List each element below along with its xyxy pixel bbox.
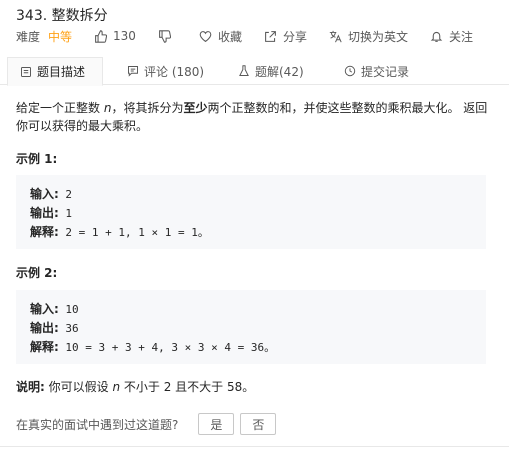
share-button[interactable]: 分享	[264, 28, 307, 45]
example-1-input-row: 输入: 2	[30, 185, 472, 204]
explain-label: 解释:	[30, 225, 59, 239]
divider	[0, 446, 509, 447]
example-2-output-row: 输出: 36	[30, 319, 472, 338]
example-1-input: 2	[58, 188, 73, 201]
heart-icon	[199, 30, 212, 42]
example-2-input: 10	[58, 303, 79, 316]
input-label: 输入:	[30, 302, 59, 316]
output-label: 输出:	[30, 206, 59, 220]
example-2-explain-row: 解释: 10 = 3 + 3 + 4, 3 × 3 × 4 = 36。	[30, 338, 472, 357]
example-1-title: 示例 1:	[16, 152, 58, 166]
tab-comments-label: 评论 (180)	[144, 64, 205, 79]
problem-note: 说明: 你可以假设 n 不小于 2 且不大于 58。	[16, 378, 254, 395]
share-icon	[265, 30, 276, 42]
explain-label: 解释:	[30, 340, 59, 354]
document-icon	[21, 66, 31, 77]
share-label: 分享	[282, 29, 307, 44]
tab-comments[interactable]: 评论 (180)	[127, 57, 204, 85]
description-text-1: 给定一个正整数	[16, 101, 104, 115]
difficulty-badge: 中等	[48, 29, 73, 44]
input-label: 输入:	[30, 187, 59, 201]
interview-survey: 在真实的面试中遇到过这道题? 是 否	[16, 413, 282, 435]
survey-no-button[interactable]: 否	[240, 413, 277, 435]
note-text-1: 你可以假设	[44, 380, 113, 394]
example-2-title: 示例 2:	[16, 266, 58, 280]
favorite-label: 收藏	[217, 29, 242, 44]
thumbs-down-icon	[159, 29, 171, 43]
problem-title: 343. 整数拆分	[16, 8, 108, 24]
note-label: 说明:	[16, 380, 45, 394]
problem-meta-bar: 难度 中等 130 收藏 分享 切换为英文 关注	[16, 28, 495, 44]
translate-icon	[329, 30, 342, 42]
note-text-2: 不小于 2 且不大于 58。	[120, 380, 255, 394]
favorite-button[interactable]: 收藏	[199, 28, 242, 45]
description-bold-text: 至少	[183, 101, 208, 115]
example-1-explain-row: 解释: 2 = 1 + 1, 1 × 1 = 1。	[30, 223, 472, 242]
tab-submissions-label: 提交记录	[361, 64, 410, 79]
description-text-2: ，将其拆分为	[111, 101, 184, 115]
dislike-button[interactable]	[158, 29, 177, 43]
output-label: 输出:	[30, 321, 59, 335]
survey-yes-button[interactable]: 是	[198, 413, 235, 435]
switch-language-button[interactable]: 切换为英文	[329, 28, 408, 45]
tab-solutions[interactable]: 题解(42)	[238, 57, 304, 85]
follow-label: 关注	[448, 29, 473, 44]
like-button[interactable]: 130	[94, 29, 136, 43]
flask-icon	[239, 65, 249, 76]
example-2-explain: 10 = 3 + 3 + 4, 3 × 3 × 4 = 36。	[58, 341, 276, 354]
tab-bar: 题目描述 评论 (180) 题解(42) 提交记录	[0, 57, 509, 86]
clock-icon	[344, 65, 356, 77]
like-count: 130	[113, 29, 136, 43]
tab-submissions[interactable]: 提交记录	[344, 57, 409, 85]
example-2-input-row: 输入: 10	[30, 300, 472, 319]
tab-solutions-label: 题解(42)	[255, 64, 304, 79]
example-2-block: 输入: 10 输出: 36 解释: 10 = 3 + 3 + 4, 3 × 3 …	[16, 290, 486, 364]
difficulty-label: 难度	[16, 29, 41, 44]
tab-description-label: 题目描述	[37, 65, 86, 79]
example-2-output: 36	[58, 322, 79, 335]
thumbs-up-icon	[95, 29, 108, 43]
tab-description[interactable]: 题目描述	[7, 57, 103, 86]
survey-question: 在真实的面试中遇到过这道题?	[16, 417, 179, 432]
example-1-explain: 2 = 1 + 1, 1 × 1 = 1。	[58, 226, 209, 239]
example-1-output-row: 输出: 1	[30, 204, 472, 223]
example-1-block: 输入: 2 输出: 1 解释: 2 = 1 + 1, 1 × 1 = 1。	[16, 175, 486, 249]
follow-button[interactable]: 关注	[430, 28, 473, 45]
comment-icon	[128, 66, 138, 77]
bell-icon	[430, 31, 443, 42]
note-variable-n: n	[112, 380, 121, 394]
example-1-output: 1	[58, 207, 73, 220]
problem-description: 给定一个正整数 n，将其拆分为至少两个正整数的和，并使这些整数的乘积最大化。 返…	[16, 99, 494, 135]
switch-language-label: 切换为英文	[347, 29, 408, 44]
